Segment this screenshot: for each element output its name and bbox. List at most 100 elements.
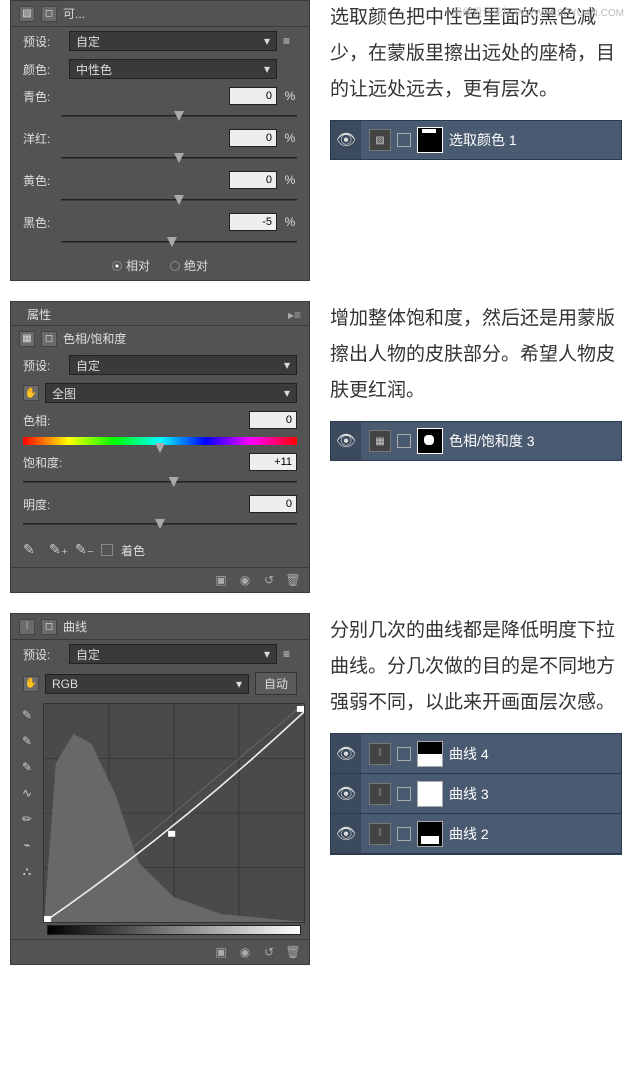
curves-thumb-icon: ⦚ bbox=[369, 783, 391, 805]
panel-title: 曲线 bbox=[63, 618, 301, 635]
cyan-slider[interactable] bbox=[61, 109, 297, 123]
percent-label: % bbox=[283, 89, 297, 103]
cyan-input[interactable] bbox=[229, 87, 277, 105]
curves-thumb-icon: ⦚ bbox=[369, 743, 391, 765]
menu-icon[interactable]: ≡ bbox=[283, 647, 297, 661]
auto-button[interactable]: 自动 bbox=[255, 672, 297, 695]
view-prev-icon[interactable]: ◉ bbox=[237, 572, 253, 588]
black-slider[interactable] bbox=[61, 235, 297, 249]
trash-icon[interactable]: 🗑 bbox=[285, 572, 301, 588]
saturation-slider[interactable] bbox=[23, 475, 297, 489]
layer-name: 曲线 2 bbox=[449, 824, 489, 844]
colorize-checkbox[interactable] bbox=[101, 544, 113, 556]
mask-thumb[interactable] bbox=[417, 428, 443, 454]
layer-curves-2[interactable]: 👁 ⦚ 曲线 2 bbox=[331, 814, 621, 854]
visibility-icon[interactable]: 👁 bbox=[331, 121, 361, 159]
adjustment-thumb-icon: ▧ bbox=[369, 129, 391, 151]
sampler-icon[interactable]: ✎ bbox=[17, 705, 37, 725]
preset-select[interactable]: 自定▾ bbox=[69, 355, 297, 375]
yellow-slider[interactable] bbox=[61, 193, 297, 207]
lightness-slider[interactable] bbox=[23, 517, 297, 531]
preset-label: 预设: bbox=[23, 33, 63, 50]
hue-label: 色相: bbox=[23, 412, 63, 429]
visibility-icon[interactable]: 👁 bbox=[331, 422, 361, 460]
layer-hue-saturation[interactable]: 👁 ▦ 色相/饱和度 3 bbox=[330, 421, 622, 461]
mask-thumb[interactable] bbox=[417, 821, 443, 847]
sampler-minus-icon[interactable]: ✎ bbox=[17, 757, 37, 777]
sampler-plus-icon[interactable]: ✎ bbox=[17, 731, 37, 751]
cyan-label: 青色: bbox=[23, 88, 63, 105]
eyedropper-minus-icon[interactable]: ✎₋ bbox=[75, 541, 93, 559]
layer-curves-3[interactable]: 👁 ⦚ 曲线 3 bbox=[331, 774, 621, 814]
link-icon[interactable] bbox=[397, 827, 411, 841]
trash-icon[interactable]: 🗑 bbox=[285, 944, 301, 960]
curves-thumb-icon: ⦚ bbox=[369, 823, 391, 845]
clip-icon[interactable]: ▣ bbox=[213, 944, 229, 960]
black-input[interactable] bbox=[229, 213, 277, 231]
hand-icon[interactable]: ✋ bbox=[23, 676, 39, 692]
preset-select[interactable]: 自定▾ bbox=[69, 31, 277, 51]
layer-name: 色相/饱和度 3 bbox=[449, 431, 535, 451]
smooth-icon[interactable]: ⌁ bbox=[17, 835, 37, 855]
layer-selective-color[interactable]: 👁 ▧ 选取颜色 1 bbox=[330, 120, 622, 160]
adjustment-thumb-icon: ▦ bbox=[369, 430, 391, 452]
description-text: 分别几次的曲线都是降低明度下拉曲线。分几次做的目的是不同地方强弱不同，以此来开画… bbox=[330, 613, 622, 721]
magenta-input[interactable] bbox=[229, 129, 277, 147]
magenta-slider[interactable] bbox=[61, 151, 297, 165]
reset-icon[interactable]: ↺ bbox=[261, 944, 277, 960]
reset-icon[interactable]: ↺ bbox=[261, 572, 277, 588]
yellow-input[interactable] bbox=[229, 171, 277, 189]
point-tool-icon[interactable]: ∿ bbox=[17, 783, 37, 803]
eyedropper-icon[interactable]: ✎ bbox=[23, 541, 41, 559]
curves-icon: ⦚ bbox=[19, 619, 35, 635]
curves-graph[interactable] bbox=[43, 703, 305, 923]
link-icon[interactable] bbox=[397, 747, 411, 761]
colors-select[interactable]: 中性色▾ bbox=[69, 59, 277, 79]
colorize-label: 着色 bbox=[121, 542, 145, 559]
mask-thumb[interactable] bbox=[417, 741, 443, 767]
visibility-icon[interactable]: 👁 bbox=[331, 814, 361, 853]
adjustment-icon: ▧ bbox=[19, 6, 35, 22]
link-icon[interactable] bbox=[397, 787, 411, 801]
description-text: 增加整体饱和度，然后还是用蒙版擦出人物的皮肤部分。希望人物皮肤更红润。 bbox=[330, 301, 622, 409]
eyedropper-plus-icon[interactable]: ✎₊ bbox=[49, 541, 67, 559]
relative-radio[interactable]: 相对 bbox=[112, 257, 150, 274]
pencil-tool-icon[interactable]: ✏ bbox=[17, 809, 37, 829]
link-icon[interactable] bbox=[397, 434, 411, 448]
link-icon[interactable] bbox=[397, 133, 411, 147]
range-select[interactable]: 全图▾ bbox=[45, 383, 297, 403]
hue-slider[interactable] bbox=[23, 433, 297, 447]
lightness-input[interactable] bbox=[249, 495, 297, 513]
layer-name: 曲线 4 bbox=[449, 744, 489, 764]
mask-thumb[interactable] bbox=[417, 127, 443, 153]
selective-color-panel: ▧ ◻ 可... 预设: 自定▾ ≡ 颜色: 中性色▾ 青色: % 洋红: % bbox=[10, 0, 310, 281]
channel-select[interactable]: RGB▾ bbox=[45, 674, 249, 694]
preset-select[interactable]: 自定▾ bbox=[69, 644, 277, 664]
visibility-icon[interactable]: 👁 bbox=[331, 774, 361, 813]
preset-label: 预设: bbox=[23, 357, 63, 374]
hue-saturation-panel: 属性 ▸≡ ▦ ◻ 色相/饱和度 预设: 自定▾ ✋ 全图▾ 色相: 饱和度: bbox=[10, 301, 310, 593]
clip-icon[interactable]: ▣ bbox=[213, 572, 229, 588]
properties-tab[interactable]: 属性 bbox=[19, 304, 59, 325]
colors-label: 颜色: bbox=[23, 61, 63, 78]
panel-title: 可... bbox=[63, 5, 301, 22]
view-prev-icon[interactable]: ◉ bbox=[237, 944, 253, 960]
mask-icon: ◻ bbox=[41, 619, 57, 635]
panel-menu-icon[interactable]: ▸≡ bbox=[288, 308, 301, 322]
hue-input[interactable] bbox=[249, 411, 297, 429]
visibility-icon[interactable]: 👁 bbox=[331, 734, 361, 773]
absolute-radio[interactable]: 绝对 bbox=[170, 257, 208, 274]
mask-thumb[interactable] bbox=[417, 781, 443, 807]
hand-icon[interactable]: ✋ bbox=[23, 385, 39, 401]
preset-label: 预设: bbox=[23, 646, 63, 663]
panel-subtitle: 色相/饱和度 bbox=[63, 330, 126, 347]
clip-display-icon[interactable]: ⛬ bbox=[17, 861, 37, 881]
horizontal-gradient bbox=[47, 925, 301, 935]
layer-name: 选取颜色 1 bbox=[449, 130, 517, 150]
menu-icon[interactable]: ≡ bbox=[283, 34, 297, 48]
magenta-label: 洋红: bbox=[23, 130, 63, 147]
saturation-input[interactable] bbox=[249, 453, 297, 471]
mask-icon: ◻ bbox=[41, 6, 57, 22]
layer-curves-4[interactable]: 👁 ⦚ 曲线 4 bbox=[331, 734, 621, 774]
yellow-label: 黄色: bbox=[23, 172, 63, 189]
